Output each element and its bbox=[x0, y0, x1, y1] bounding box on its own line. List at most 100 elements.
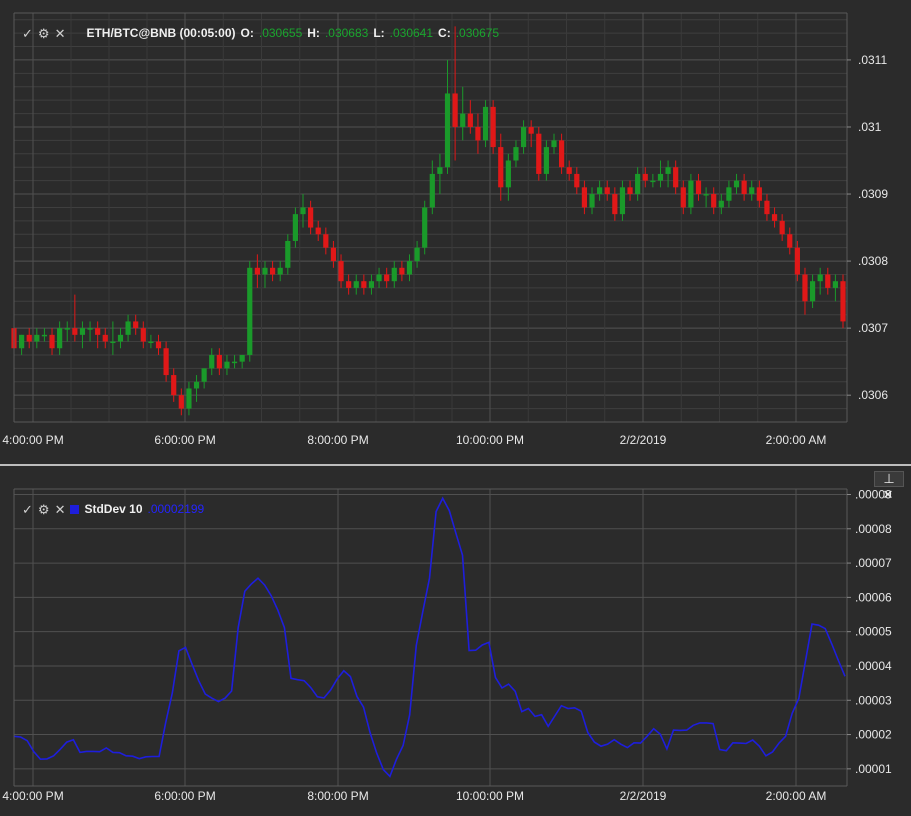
candle-body bbox=[809, 281, 816, 302]
candle bbox=[482, 100, 489, 148]
open-value: .030655 bbox=[258, 26, 303, 40]
candle-body bbox=[581, 187, 588, 208]
candle-body bbox=[726, 187, 732, 201]
candle-body bbox=[384, 274, 390, 282]
price-x-axis: 4:00:00 PM 6:00:00 PM 8:00:00 PM 10:00:00 P… bbox=[2, 433, 826, 447]
candle-body bbox=[673, 167, 679, 188]
candle-body bbox=[718, 200, 724, 208]
candle bbox=[840, 274, 846, 329]
candle-body bbox=[695, 180, 702, 195]
y-tick-label: .0309 bbox=[858, 187, 888, 201]
candle-body bbox=[178, 395, 184, 409]
candle-body bbox=[444, 93, 451, 168]
candle-body bbox=[133, 321, 139, 329]
close-icon[interactable]: ✕ bbox=[55, 503, 66, 516]
candle-body bbox=[733, 180, 740, 188]
y-tick-label: .00008 bbox=[855, 522, 892, 536]
candle-body bbox=[19, 334, 25, 349]
open-label: O: bbox=[240, 26, 254, 40]
candle-body bbox=[467, 113, 473, 127]
candle-body bbox=[171, 375, 177, 396]
candle-body bbox=[323, 234, 329, 248]
y-tick-label: .0306 bbox=[858, 388, 888, 402]
candle-body bbox=[528, 126, 534, 134]
indicator-plot-area[interactable] bbox=[14, 489, 847, 786]
candle-body bbox=[216, 354, 222, 369]
candle-body bbox=[368, 281, 375, 288]
candle-body bbox=[87, 328, 93, 330]
candle-body bbox=[79, 328, 86, 335]
candle-body bbox=[102, 334, 108, 342]
gear-icon[interactable]: ⚙ bbox=[38, 27, 50, 40]
candle-body bbox=[231, 361, 238, 364]
candle-body bbox=[520, 126, 527, 148]
x-tick-label: 4:00:00 PM bbox=[2, 433, 63, 447]
candle-body bbox=[589, 194, 595, 208]
indicator-x-axis: 4:00:00 PM 6:00:00 PM 8:00:00 PM 10:00:00 P… bbox=[2, 789, 826, 803]
candle-body bbox=[825, 274, 831, 288]
high-label: H: bbox=[307, 26, 320, 40]
candle-body bbox=[140, 328, 146, 342]
candle-body bbox=[574, 173, 580, 188]
candle-body bbox=[490, 106, 496, 148]
y-tick-label: .00007 bbox=[855, 556, 892, 570]
candle-body bbox=[163, 348, 169, 376]
candle-body bbox=[239, 354, 245, 362]
candle-body bbox=[391, 267, 397, 282]
indicator-value: .00002199 bbox=[147, 502, 205, 516]
candle-body bbox=[505, 160, 511, 188]
candle-body bbox=[749, 187, 755, 195]
candle-body bbox=[361, 281, 367, 288]
candle-body bbox=[756, 187, 762, 201]
candle bbox=[490, 100, 496, 154]
candle-body bbox=[72, 328, 78, 335]
x-tick-label: 2:00:00 AM bbox=[766, 433, 827, 447]
candle-body bbox=[802, 274, 808, 302]
check-icon[interactable]: ✓ bbox=[22, 27, 33, 40]
candle-body bbox=[498, 147, 504, 188]
y-tick-label: .00003 bbox=[855, 693, 892, 707]
candle-body bbox=[597, 187, 603, 195]
candle-body bbox=[155, 341, 162, 349]
pin-icon[interactable]: ⊥ bbox=[874, 471, 904, 487]
price-y-axis: .0306 .0307 .0308 .0309 .031 .0311 bbox=[847, 53, 888, 402]
candle-body bbox=[635, 173, 641, 195]
close-icon[interactable]: ✕ bbox=[55, 27, 66, 40]
close-value: .030675 bbox=[455, 26, 500, 40]
y-tick-label: .00005 bbox=[855, 625, 892, 639]
panel-splitter[interactable] bbox=[0, 464, 911, 466]
indicator-y-axis: .00001 .00002 .00003 .00004 .00005 .00006 .000… bbox=[847, 487, 892, 776]
candle-body bbox=[429, 173, 435, 208]
price-legend: ✓ ⚙ ✕ ETH/BTC@BNB (00:05:00) O: .030655 … bbox=[22, 24, 499, 42]
candle-body bbox=[41, 334, 48, 337]
candle-body bbox=[376, 274, 382, 282]
candle-body bbox=[57, 328, 63, 349]
candle-body bbox=[64, 328, 70, 330]
gear-icon[interactable]: ⚙ bbox=[38, 503, 50, 516]
candle-body bbox=[26, 334, 32, 342]
candle-body bbox=[452, 93, 458, 127]
chart-canvas[interactable]: .0306 .0307 .0308 .0309 .031 .0311 4:00:00 PM… bbox=[0, 0, 911, 811]
candle-body bbox=[741, 180, 747, 195]
symbol-label: ETH/BTC@BNB (00:05:00) bbox=[86, 26, 236, 40]
x-tick-label: 6:00:00 PM bbox=[154, 433, 215, 447]
x-tick-label: 2/2/2019 bbox=[620, 789, 667, 803]
candle-body bbox=[536, 133, 542, 174]
close-panel-icon[interactable]: ✕ bbox=[874, 487, 902, 502]
candle-body bbox=[566, 167, 572, 174]
y-tick-label: .031 bbox=[858, 120, 882, 134]
indicator-name: StdDev 10 bbox=[84, 502, 143, 516]
candle-body bbox=[475, 126, 481, 141]
candle-body bbox=[779, 220, 785, 235]
candle-body bbox=[787, 234, 793, 248]
check-icon[interactable]: ✓ bbox=[22, 503, 33, 516]
candle-body bbox=[551, 140, 557, 148]
candle-body bbox=[269, 267, 276, 275]
candle-body bbox=[543, 147, 549, 174]
x-tick-label: 2:00:00 AM bbox=[766, 789, 827, 803]
price-plot-area[interactable] bbox=[14, 13, 847, 422]
x-tick-label: 2/2/2019 bbox=[620, 433, 667, 447]
y-tick-label: .00006 bbox=[855, 590, 892, 604]
candle-body bbox=[300, 207, 306, 215]
candle-body bbox=[771, 214, 778, 221]
